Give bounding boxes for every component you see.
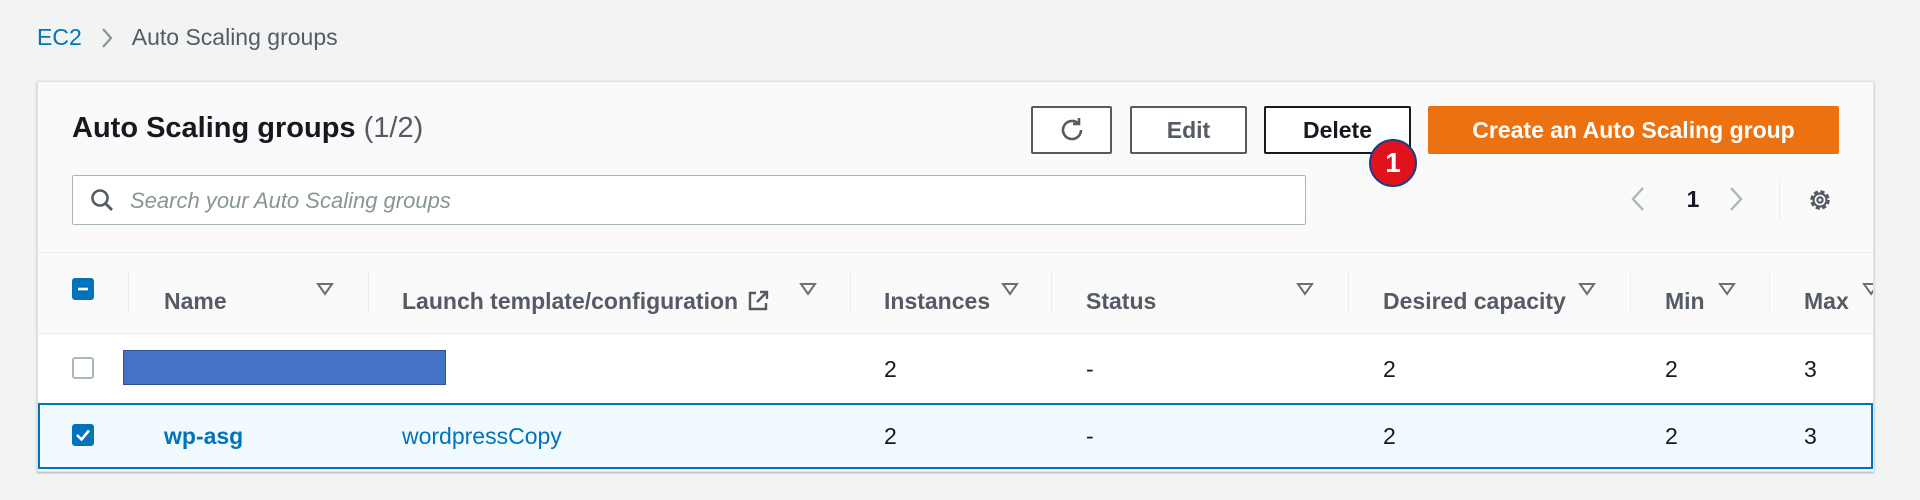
edit-button[interactable]: Edit [1130,106,1247,154]
sort-triangle-icon[interactable] [316,280,334,303]
cell-max: 3 [1804,356,1817,382]
sort-triangle-icon[interactable] [1001,280,1019,303]
table-row-selected[interactable]: wp-asg wordpressCopy 2 - 2 2 3 [38,403,1873,469]
column-separator [1630,272,1631,312]
table-divider [38,252,1873,253]
asg-name-link[interactable]: wp-asg [164,423,243,450]
cell-status: - [1086,356,1094,382]
column-separator [1769,272,1770,312]
checkmark-icon [76,429,90,442]
breadcrumb: EC2 Auto Scaling groups [37,24,338,51]
current-page-number[interactable]: 1 [1678,186,1708,213]
minus-icon [78,287,88,291]
column-header-launch-template[interactable]: Launch template/configuration [402,277,770,325]
external-link-icon [748,290,769,311]
cell-min: 2 [1665,356,1678,382]
pager-divider [1779,178,1780,220]
sort-triangle-icon[interactable] [1862,280,1873,303]
auto-scaling-groups-panel: Auto Scaling groups (1/2) Edit Delete Cr… [37,81,1874,472]
panel-title-text: Auto Scaling groups [72,112,356,144]
previous-page-icon[interactable] [1629,185,1647,218]
column-header-desired-capacity[interactable]: Desired capacity [1383,277,1566,325]
next-page-icon[interactable] [1727,185,1745,218]
table-row[interactable]: 2 - 2 2 3 [38,334,1873,402]
breadcrumb-current: Auto Scaling groups [131,24,338,50]
column-separator [128,272,129,312]
column-header-name[interactable]: Name [164,277,227,325]
select-all-checkbox[interactable] [72,278,94,300]
cell-desired-capacity: 2 [1383,356,1396,382]
sort-triangle-icon[interactable] [799,280,817,303]
column-header-status[interactable]: Status [1086,277,1156,325]
column-header-instances[interactable]: Instances [884,277,990,325]
breadcrumb-ec2-link[interactable]: EC2 [37,24,82,51]
cell-min: 2 [1665,423,1678,449]
gear-icon[interactable] [1806,186,1834,219]
page-title: Auto Scaling groups (1/2) [72,112,423,145]
column-header-max[interactable]: Max [1804,277,1849,325]
sort-triangle-icon[interactable] [1718,280,1736,303]
search-icon [89,187,115,218]
cell-instances: 2 [884,423,897,449]
refresh-button[interactable] [1031,106,1112,154]
cell-instances: 2 [884,356,897,382]
redacted-name [123,350,446,385]
step-number-badge: 1 [1369,139,1417,187]
cell-status: - [1086,423,1094,449]
column-separator [1348,272,1349,312]
cell-max: 3 [1804,423,1817,449]
chevron-right-icon [100,27,114,49]
launch-template-header-label: Launch template/configuration [402,287,739,314]
row-checkbox[interactable] [72,357,94,379]
sort-triangle-icon[interactable] [1296,280,1314,303]
search-box [72,175,1306,226]
launch-template-link[interactable]: wordpressCopy [402,423,562,450]
column-separator [368,272,369,312]
column-separator [850,272,851,312]
column-separator [1051,272,1052,312]
column-header-min[interactable]: Min [1665,277,1705,325]
create-auto-scaling-group-button[interactable]: Create an Auto Scaling group [1428,106,1839,154]
refresh-icon [1061,118,1082,141]
search-input[interactable] [128,176,1302,226]
sort-triangle-icon[interactable] [1578,280,1596,303]
row-checkbox-checked[interactable] [72,424,94,446]
selection-count: (1/2) [363,112,424,144]
cell-desired-capacity: 2 [1383,423,1396,449]
